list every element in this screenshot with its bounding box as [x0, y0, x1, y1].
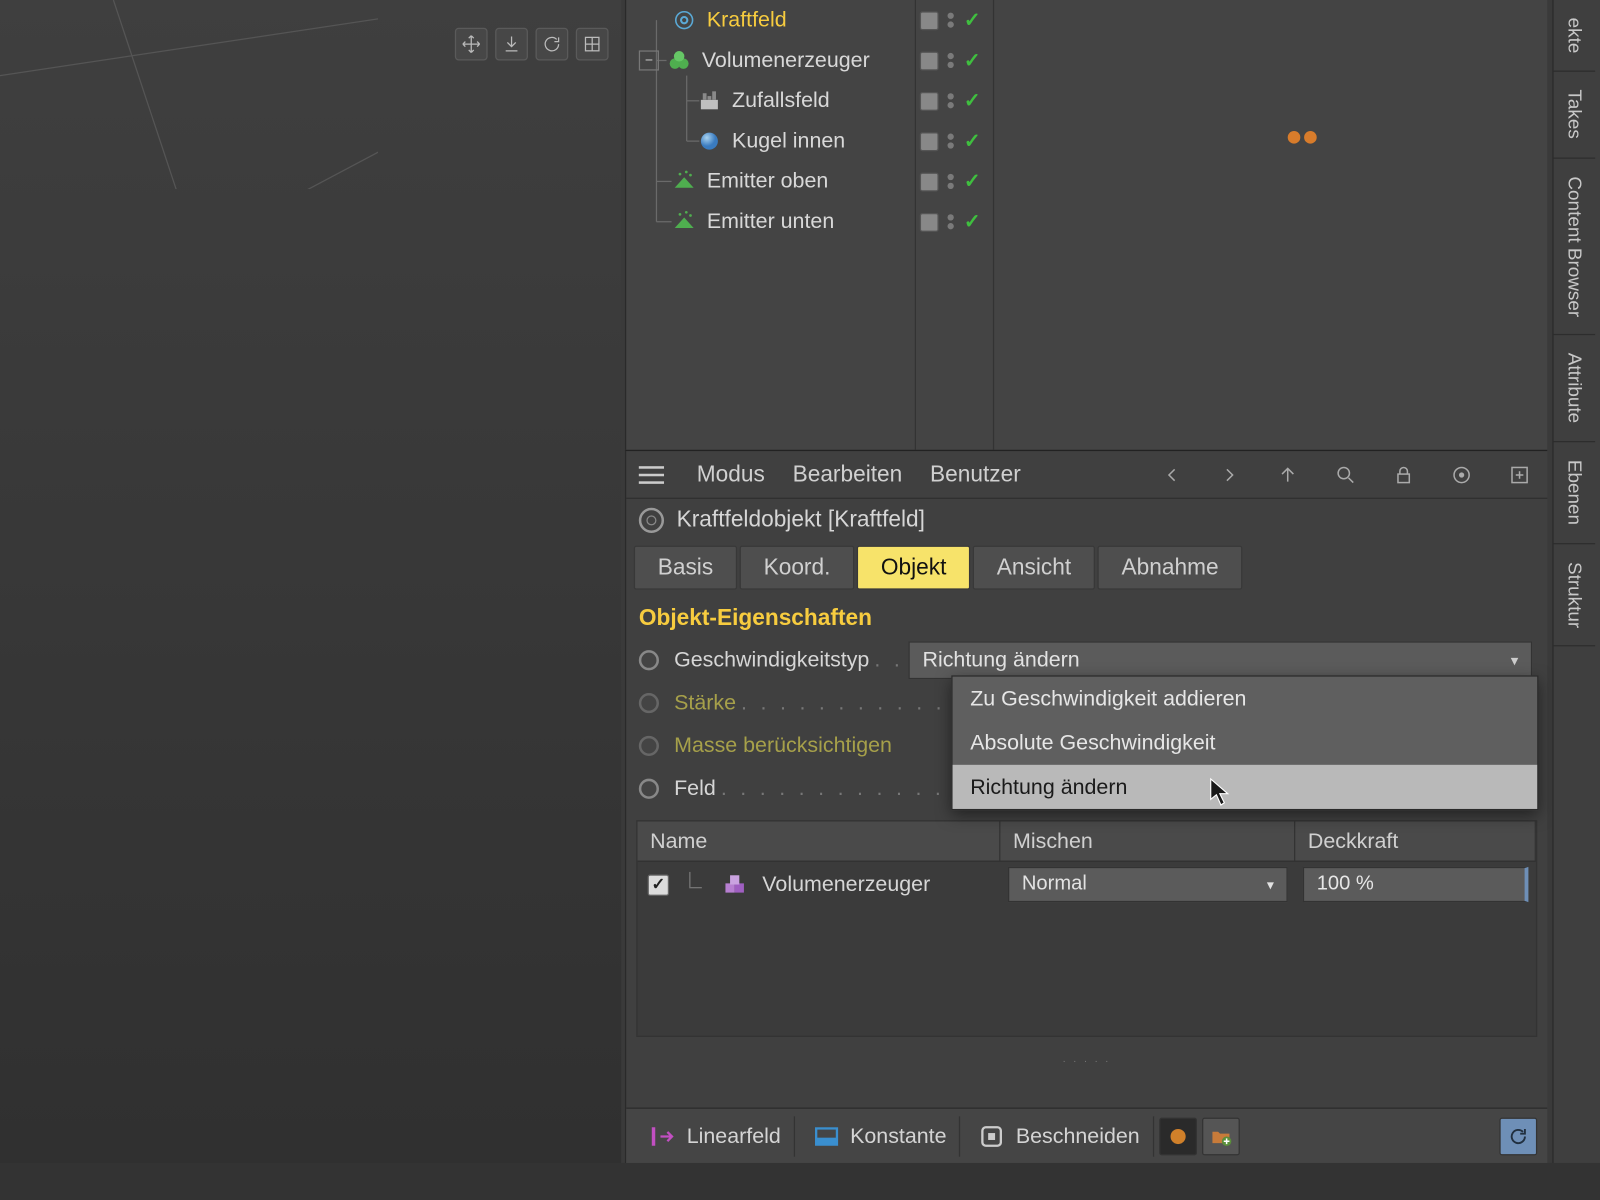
- forcefield-icon: [639, 507, 664, 532]
- material-tags[interactable]: [1288, 131, 1317, 144]
- nav-forward-icon[interactable]: [1215, 459, 1245, 489]
- sphere-icon: [697, 129, 722, 154]
- table-row[interactable]: ✓ Volumenerzeuger Normal ▾ 100 %: [638, 862, 1536, 907]
- side-tab[interactable]: Content Browser: [1554, 158, 1596, 335]
- tree-label: Emitter oben: [707, 169, 828, 194]
- add-folder-button[interactable]: [1201, 1117, 1239, 1155]
- tab-objekt[interactable]: Objekt: [857, 546, 970, 590]
- tab-koord[interactable]: Koord.: [740, 546, 855, 590]
- dropdown-option-highlighted[interactable]: Richtung ändern: [953, 765, 1538, 809]
- velocity-type-dropdown-popup: Zu Geschwindigkeit addieren Absolute Ges…: [951, 675, 1538, 810]
- random-field-icon: [697, 88, 722, 113]
- linear-field-button[interactable]: Linearfeld: [636, 1116, 794, 1156]
- constant-icon: [812, 1122, 840, 1150]
- tree-label: Kugel innen: [732, 129, 845, 154]
- search-icon[interactable]: [1331, 459, 1361, 489]
- viewport-move-icon[interactable]: [455, 28, 488, 61]
- toggle-row[interactable]: ✓: [915, 121, 991, 161]
- side-tab[interactable]: Attribute: [1554, 335, 1596, 442]
- clamp-button[interactable]: Beschneiden: [965, 1116, 1153, 1156]
- panel-resizer[interactable]: . . . . .: [636, 1053, 1537, 1063]
- anim-radio[interactable]: [639, 693, 659, 713]
- menu-edit[interactable]: Bearbeiten: [793, 461, 903, 487]
- new-window-icon[interactable]: [1504, 459, 1534, 489]
- tree-item-kraftfeld[interactable]: Kraftfeld: [626, 0, 915, 40]
- emitter-icon: [672, 209, 697, 234]
- viewport-layout-icon[interactable]: [576, 28, 609, 61]
- column-name[interactable]: Name: [638, 822, 1001, 861]
- tree-connector: [682, 872, 710, 897]
- tree-item-kugel-innen[interactable]: Kugel innen: [626, 121, 915, 161]
- toggle-row[interactable]: ✓: [915, 0, 991, 40]
- emitter-icon: [672, 169, 697, 194]
- toggle-row[interactable]: ✓: [915, 40, 991, 80]
- row-name: Volumenerzeuger: [762, 872, 930, 897]
- menu-user[interactable]: Benutzer: [930, 461, 1021, 487]
- tab-abnahme[interactable]: Abnahme: [1098, 546, 1243, 590]
- side-tab[interactable]: Struktur: [1554, 544, 1596, 647]
- column-opacity[interactable]: Deckkraft: [1295, 822, 1536, 861]
- volume-builder-icon: [722, 871, 750, 899]
- side-tab[interactable]: ekte: [1554, 0, 1596, 72]
- forcefield-icon: [672, 8, 697, 33]
- toggle-row[interactable]: ✓: [915, 202, 991, 242]
- tree-label: Kraftfeld: [707, 8, 787, 33]
- viewport-zoom-icon[interactable]: [495, 28, 528, 61]
- anim-radio[interactable]: [639, 779, 659, 799]
- constant-button[interactable]: Konstante: [800, 1116, 961, 1156]
- field-list-table: Name Mischen Deckkraft ✓ Volumenerzeuger…: [636, 820, 1537, 1037]
- right-sidebar: ekte Takes Content Browser Attribute Ebe…: [1552, 0, 1600, 1163]
- tab-ansicht[interactable]: Ansicht: [973, 546, 1095, 590]
- velocity-type-dropdown[interactable]: Richtung ändern ▾: [909, 641, 1533, 679]
- column-mix[interactable]: Mischen: [1000, 822, 1295, 861]
- linear-field-icon: [649, 1122, 677, 1150]
- tab-basis[interactable]: Basis: [634, 546, 737, 590]
- tree-label: Zufallsfeld: [732, 88, 830, 113]
- volume-builder-icon: [667, 48, 692, 73]
- tree-item-volumenerzeuger[interactable]: − Volumenerzeuger: [626, 40, 915, 80]
- lock-icon[interactable]: [1389, 459, 1419, 489]
- viewport-wireframe: [0, 0, 378, 189]
- side-tab[interactable]: Takes: [1554, 72, 1596, 158]
- nav-up-icon[interactable]: [1273, 459, 1303, 489]
- mix-mode-dropdown[interactable]: Normal ▾: [1008, 867, 1288, 902]
- side-tab[interactable]: Ebenen: [1554, 442, 1596, 544]
- dropdown-option[interactable]: Absolute Geschwindigkeit: [953, 721, 1538, 765]
- tree-item-emitter-oben[interactable]: Emitter oben: [626, 161, 915, 201]
- object-manager[interactable]: Kraftfeld − Volumenerzeuger Zufallsfeld …: [625, 0, 1547, 450]
- tree-item-zufallsfeld[interactable]: Zufallsfeld: [626, 81, 915, 121]
- anim-radio[interactable]: [639, 736, 659, 756]
- tree-label: Emitter unten: [707, 209, 834, 234]
- attribute-title: Kraftfeldobjekt [Kraftfeld]: [626, 499, 1547, 541]
- tree-item-emitter-unten[interactable]: Emitter unten: [626, 202, 915, 242]
- chevron-down-icon: ▾: [1267, 876, 1274, 892]
- row-checkbox[interactable]: ✓: [648, 874, 669, 895]
- anim-radio[interactable]: [639, 650, 659, 670]
- nav-back-icon[interactable]: [1157, 459, 1187, 489]
- opacity-input[interactable]: 100 %: [1303, 867, 1529, 902]
- expand-toggle[interactable]: −: [639, 50, 659, 70]
- viewport-rotate-icon[interactable]: [536, 28, 569, 61]
- viewport[interactable]: [0, 0, 621, 1163]
- clamp-icon: [978, 1122, 1006, 1150]
- chevron-down-icon: ▾: [1511, 651, 1519, 669]
- toggle-row[interactable]: ✓: [915, 161, 991, 201]
- refresh-button[interactable]: [1499, 1117, 1537, 1155]
- field-toolbar: Linearfeld Konstante Beschneiden: [626, 1108, 1547, 1163]
- toggle-row[interactable]: ✓: [915, 81, 991, 121]
- section-title: Objekt-Eigenschaften: [626, 595, 1547, 639]
- tree-label: Volumenerzeuger: [702, 48, 870, 73]
- menu-mode[interactable]: Modus: [697, 461, 765, 487]
- menu-icon[interactable]: [639, 466, 664, 484]
- dropdown-option[interactable]: Zu Geschwindigkeit addieren: [953, 677, 1538, 721]
- color-swatch-button[interactable]: [1159, 1117, 1197, 1155]
- attribute-manager: Modus Bearbeiten Benutzer Kraftfeldobjek…: [625, 450, 1547, 1163]
- target-icon[interactable]: [1446, 459, 1476, 489]
